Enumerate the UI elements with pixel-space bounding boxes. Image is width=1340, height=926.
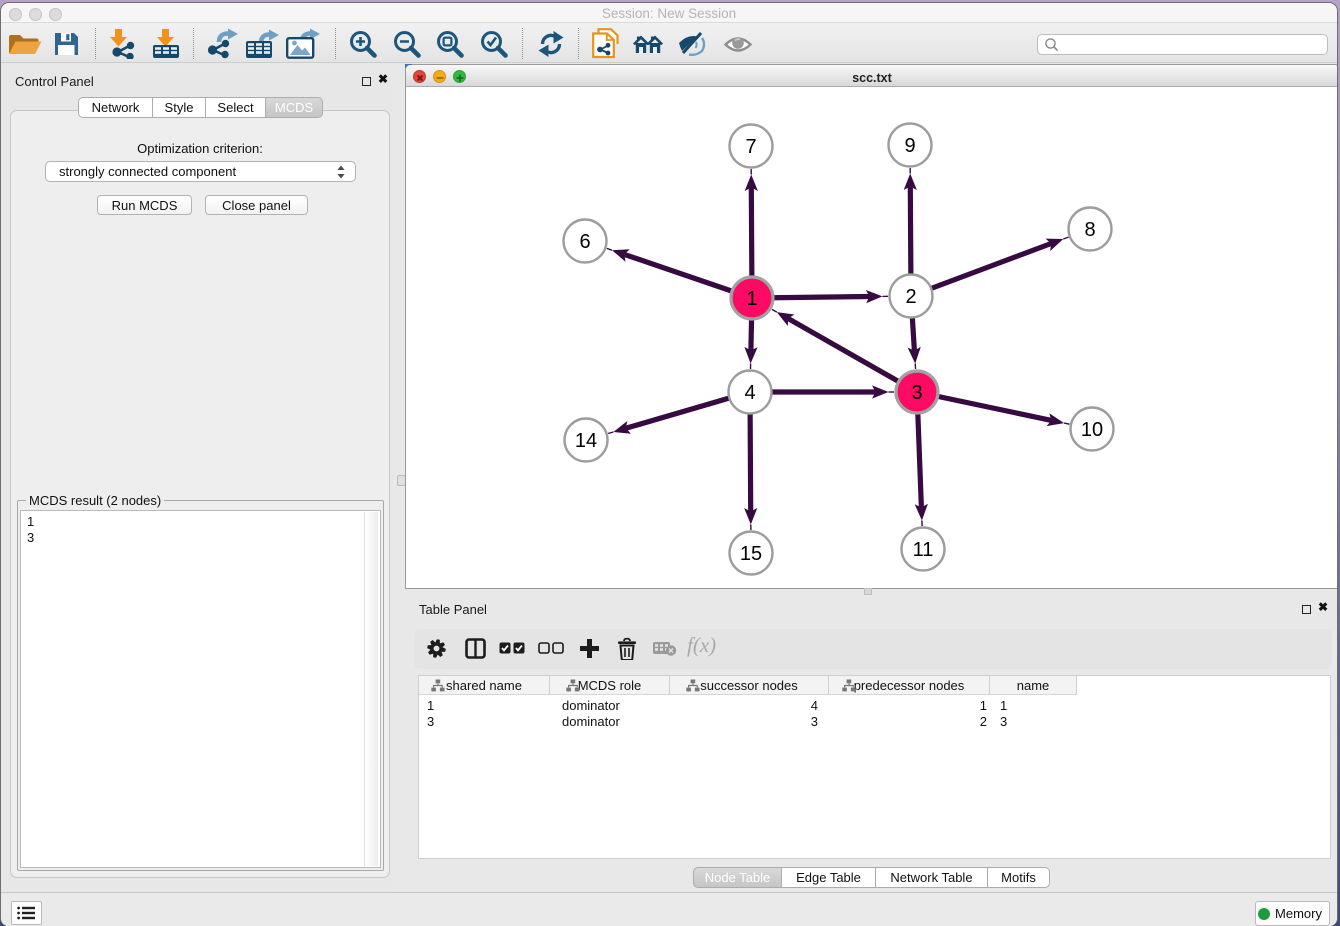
svg-text:3: 3 — [911, 382, 922, 404]
svg-text:7: 7 — [745, 136, 756, 158]
svg-text:9: 9 — [904, 135, 915, 157]
svg-text:6: 6 — [579, 231, 590, 253]
svg-text:1: 1 — [746, 288, 757, 310]
svg-text:8: 8 — [1084, 219, 1095, 241]
svg-text:4: 4 — [744, 382, 755, 404]
svg-text:10: 10 — [1081, 419, 1103, 441]
svg-text:14: 14 — [575, 430, 597, 452]
svg-text:11: 11 — [913, 539, 934, 561]
svg-text:2: 2 — [905, 286, 916, 308]
svg-text:15: 15 — [740, 543, 762, 565]
